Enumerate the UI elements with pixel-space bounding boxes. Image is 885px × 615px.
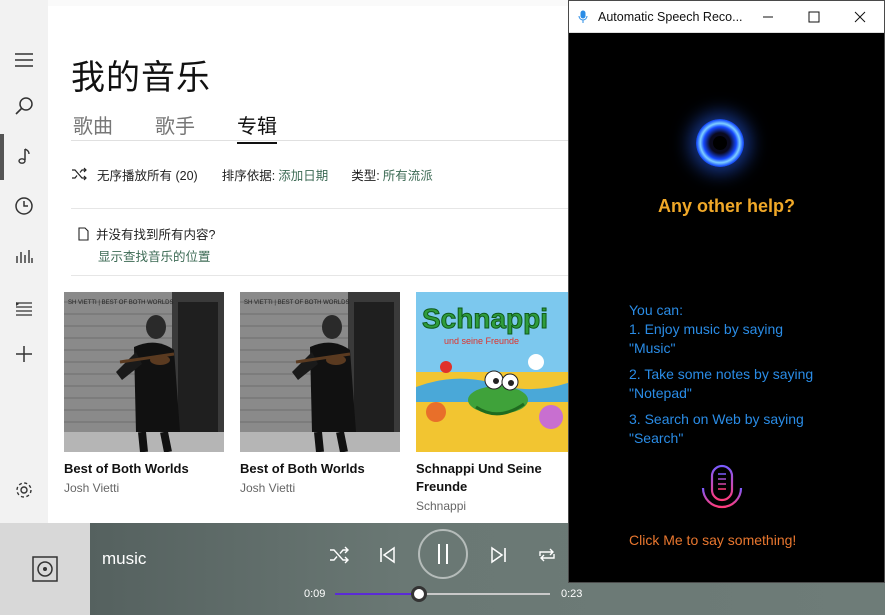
tip-line: 3. Search on Web by saying <box>629 411 804 427</box>
hamburger-icon <box>15 53 33 67</box>
sort-label: 排序依据: <box>221 168 276 183</box>
tab-songs[interactable]: 歌曲 <box>73 110 113 139</box>
recent-button[interactable] <box>0 184 48 228</box>
previous-button[interactable] <box>373 541 401 569</box>
speech-window: Automatic Speech Reco... Any other help?… <box>568 0 885 583</box>
svg-text:SH VIETTI | BEST OF BOTH WORLD: SH VIETTI | BEST OF BOTH WORLDS <box>68 300 173 306</box>
divider <box>71 275 568 276</box>
main-panel: 我的音乐 歌曲 歌手 专辑 无序播放所有 (20) 排序依据: 添加日期 类型:… <box>48 0 568 523</box>
tips-intro: You can: <box>629 302 683 318</box>
elapsed-time: 0:09 <box>304 588 326 600</box>
repeat-button[interactable] <box>533 541 561 569</box>
album-title: Best of Both Worlds <box>240 461 365 476</box>
tab-albums[interactable]: 专辑 <box>237 110 277 144</box>
shuffle-icon <box>72 167 87 181</box>
missing-content-notice: 并没有找到所有内容? 显示查找音乐的位置 <box>78 224 216 264</box>
show-music-location-link[interactable]: 显示查找音乐的位置 <box>98 246 211 265</box>
maximize-icon <box>808 11 820 23</box>
divider <box>71 140 568 141</box>
tab-artists[interactable]: 歌手 <box>155 110 195 139</box>
album-artist: Josh Vietti <box>64 481 120 495</box>
pause-icon <box>438 544 448 564</box>
svg-text:und seine Freunde: und seine Freunde <box>444 336 519 346</box>
tips-list: You can: 1. Enjoy music by saying "Music… <box>629 301 813 448</box>
chart-icon <box>16 250 33 263</box>
next-icon <box>491 546 506 564</box>
repeat-icon <box>539 548 555 562</box>
tip-line: 1. Enjoy music by saying <box>629 321 784 337</box>
total-time: 0:23 <box>561 588 583 600</box>
nav-rail <box>0 0 48 523</box>
album-card[interactable]: Schnappi und seine Freunde Schnappi Und … <box>416 292 568 513</box>
album-card[interactable]: SH VIETTI | BEST OF BOTH WORLDS Best of … <box>64 292 224 495</box>
document-icon <box>78 226 89 241</box>
music-note-icon <box>18 148 30 164</box>
now-playing-title[interactable]: music <box>102 549 146 569</box>
shuffle-all-button[interactable]: 无序播放所有 (20) <box>97 165 198 184</box>
shuffle-icon <box>330 546 349 564</box>
toolbar: 无序播放所有 (20) 排序依据: 添加日期 类型: 所有流派 <box>71 164 433 184</box>
album-cover: SH VIETTI | BEST OF BOTH WORLDS <box>64 292 224 452</box>
add-icon <box>16 346 32 362</box>
svg-text:SH VIETTI | BEST OF BOTH WORLD: SH VIETTI | BEST OF BOTH WORLDS <box>244 300 349 306</box>
new-playlist-button[interactable] <box>0 332 48 376</box>
search-icon <box>15 97 33 115</box>
previous-icon <box>380 546 395 564</box>
tip-line: "Search" <box>629 430 684 446</box>
pause-button[interactable] <box>418 529 468 579</box>
maximize-button[interactable] <box>791 1 837 33</box>
mic-prompt[interactable]: Click Me to say something! <box>629 532 796 548</box>
help-heading: Any other help? <box>657 196 795 216</box>
microphone-icon[interactable] <box>697 464 747 520</box>
next-button[interactable] <box>485 541 513 569</box>
divider <box>71 208 568 209</box>
playlists-button[interactable] <box>0 286 48 330</box>
playlist-icon <box>16 302 32 316</box>
search-button[interactable] <box>0 84 48 128</box>
settings-button[interactable] <box>0 468 48 512</box>
page-title: 我的音乐 <box>71 58 211 98</box>
tip-line: 2. Take some notes by saying <box>629 366 814 382</box>
orb-icon[interactable] <box>696 119 744 167</box>
minimize-button[interactable] <box>745 1 791 33</box>
history-icon <box>15 197 33 215</box>
microphone-icon <box>578 10 588 23</box>
album-cover: SH VIETTI | BEST OF BOTH WORLDS <box>240 292 400 452</box>
seek-thumb[interactable] <box>410 586 427 602</box>
album-artist: Schnappi <box>416 499 467 513</box>
close-button[interactable] <box>837 1 883 33</box>
now-playing-art[interactable] <box>0 523 90 615</box>
menu-button[interactable] <box>0 38 48 82</box>
album-card[interactable]: SH VIETTI | BEST OF BOTH WORLDS Best of … <box>240 292 400 495</box>
album-cover: Schnappi und seine Freunde <box>416 292 568 452</box>
sort-dropdown[interactable]: 添加日期 <box>278 165 328 184</box>
close-icon <box>854 11 866 23</box>
type-label: 类型: <box>351 168 380 183</box>
speech-window-titlebar[interactable]: Automatic Speech Reco... <box>569 1 884 33</box>
minimize-icon <box>763 16 773 18</box>
now-playing-button[interactable] <box>0 234 48 278</box>
notice-title: 并没有找到所有内容? <box>96 228 216 242</box>
album-title: Best of Both Worlds <box>64 461 189 476</box>
album-placeholder-icon <box>32 556 58 582</box>
seek-bar-fill <box>335 593 419 595</box>
album-artist: Josh Vietti <box>240 481 296 495</box>
gear-icon <box>16 482 32 498</box>
my-music-button[interactable] <box>0 134 48 178</box>
seek-bar[interactable] <box>335 586 550 602</box>
tip-line: "Music" <box>629 340 676 356</box>
tip-line: "Notepad" <box>629 385 692 401</box>
album-title: Schnappi Und Seine Freunde <box>416 461 542 494</box>
speech-window-title: Automatic Speech Reco... <box>598 10 743 24</box>
shuffle-button[interactable] <box>325 541 353 569</box>
cover-text: Schnappi <box>422 303 548 334</box>
genre-dropdown[interactable]: 所有流派 <box>383 165 433 184</box>
